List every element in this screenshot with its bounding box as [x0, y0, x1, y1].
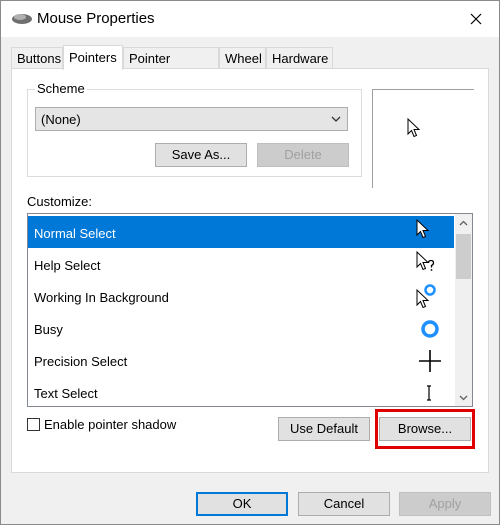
list-item-label: Normal Select	[34, 226, 116, 241]
title-bar: Mouse Properties	[1, 1, 499, 37]
save-as-button[interactable]: Save As...	[155, 143, 247, 167]
busy-cursor-icon	[421, 320, 439, 338]
pointer-preview	[372, 89, 474, 188]
pointer-shadow-label: Enable pointer shadow	[44, 417, 177, 432]
use-default-button[interactable]: Use Default	[278, 417, 370, 441]
list-item-text-select[interactable]: Text Select	[28, 376, 454, 406]
list-scrollbar[interactable]	[455, 214, 472, 406]
tab-hardware[interactable]: Hardware	[266, 47, 333, 69]
customize-label: Customize:	[27, 194, 93, 209]
cancel-button[interactable]: Cancel	[298, 492, 390, 516]
scroll-up-button[interactable]	[455, 214, 472, 231]
list-item-busy[interactable]: Busy	[28, 312, 454, 344]
mouse-icon	[12, 14, 32, 24]
ok-button[interactable]: OK	[196, 492, 288, 516]
window-title: Mouse Properties	[37, 10, 155, 27]
scroll-thumb[interactable]	[456, 234, 471, 279]
tab-wheel[interactable]: Wheel	[219, 47, 266, 69]
arrow-cursor-icon	[416, 218, 430, 239]
ibeam-cursor-icon	[427, 385, 431, 401]
list-item-label: Precision Select	[34, 354, 128, 369]
apply-button[interactable]: Apply	[399, 492, 491, 516]
list-item-label: Working In Background	[34, 290, 169, 305]
list-item-normal-select[interactable]: Normal Select	[28, 216, 454, 248]
delete-button[interactable]: Delete	[257, 143, 349, 167]
list-item-label: Text Select	[34, 386, 98, 401]
chevron-down-icon	[331, 116, 341, 122]
working-cursor-icon	[416, 284, 436, 309]
scheme-label: Scheme	[35, 81, 87, 96]
mouse-properties-window: Mouse Properties Buttons Pointers Pointe…	[0, 0, 500, 525]
help-cursor-icon	[416, 250, 435, 271]
crosshair-cursor-icon	[419, 350, 441, 372]
close-icon	[470, 13, 482, 25]
pointer-list[interactable]: Normal Select Help Select Working In Bac…	[27, 213, 473, 407]
scheme-combobox[interactable]: (None)	[35, 107, 348, 131]
scheme-selected-value: (None)	[41, 112, 81, 127]
checkbox-box[interactable]	[27, 418, 40, 431]
list-item-help-select[interactable]: Help Select	[28, 248, 454, 280]
tab-pointers[interactable]: Pointers	[63, 45, 123, 70]
browse-highlight-box	[375, 409, 475, 449]
list-item-label: Busy	[34, 322, 63, 337]
scroll-down-button[interactable]	[455, 389, 472, 406]
tab-buttons[interactable]: Buttons	[11, 47, 63, 69]
tab-pointer-options[interactable]: Pointer Options	[123, 47, 219, 88]
preview-arrow-cursor-icon	[407, 118, 421, 138]
chevron-up-icon	[459, 220, 468, 225]
chevron-down-icon	[459, 395, 468, 400]
list-item-working-in-background[interactable]: Working In Background	[28, 280, 454, 312]
list-item-label: Help Select	[34, 258, 101, 273]
list-item-precision-select[interactable]: Precision Select	[28, 344, 454, 376]
close-button[interactable]	[453, 1, 499, 37]
